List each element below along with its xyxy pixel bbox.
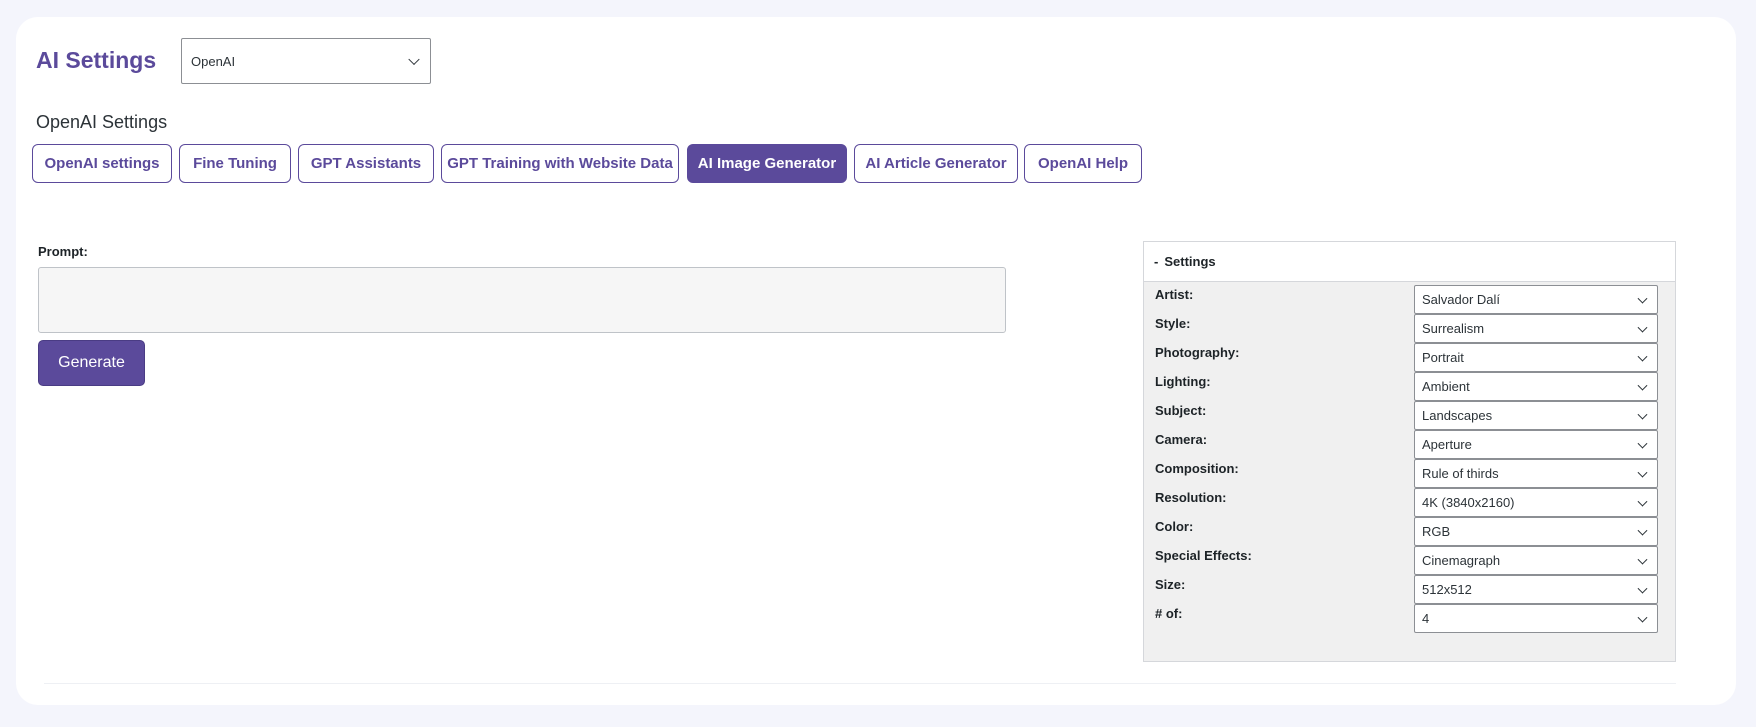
select-of[interactable]: 4 [1414, 604, 1658, 633]
collapse-toggle[interactable]: - [1154, 254, 1158, 269]
tab-ai-image-generator[interactable]: AI Image Generator [687, 144, 847, 183]
settings-row-composition: Composition: Rule of thirds [1144, 456, 1675, 488]
select-camera[interactable]: Aperture [1414, 430, 1658, 459]
chevron-down-icon [1637, 583, 1648, 594]
settings-row-special-effects: Special Effects: Cinemagraph [1144, 543, 1675, 575]
tab-openai-settings[interactable]: OpenAI settings [32, 144, 172, 183]
settings-row-color: Color: RGB [1144, 514, 1675, 546]
select-value-resolution: 4K (3840x2160) [1422, 495, 1515, 510]
settings-row-camera: Camera: Aperture [1144, 427, 1675, 459]
select-value-photography: Portrait [1422, 350, 1464, 365]
settings-row-photography: Photography: Portrait [1144, 340, 1675, 372]
settings-row-size: Size: 512x512 [1144, 572, 1675, 604]
chevron-down-icon [1637, 525, 1648, 536]
chevron-down-icon [408, 53, 420, 66]
settings-label-color: Color: [1155, 519, 1194, 534]
tab-openai-help[interactable]: OpenAI Help [1024, 144, 1142, 183]
select-size[interactable]: 512x512 [1414, 575, 1658, 604]
select-value-composition: Rule of thirds [1422, 466, 1499, 481]
settings-label-size: Size: [1155, 577, 1186, 592]
settings-header[interactable]: - Settings [1144, 242, 1675, 282]
settings-row-of: # of: 4 [1144, 601, 1675, 633]
select-value-subject: Landscapes [1422, 408, 1493, 423]
settings-title: Settings [1164, 254, 1216, 269]
settings-panel: - Settings Artist: Salvador Dalí Style: Sur… [1143, 241, 1676, 662]
select-composition[interactable]: Rule of thirds [1414, 459, 1658, 488]
settings-row-resolution: Resolution: 4K (3840x2160) [1144, 485, 1675, 517]
settings-label-resolution: Resolution: [1155, 490, 1227, 505]
section-title: OpenAI Settings [36, 112, 168, 132]
select-value-of: 4 [1422, 611, 1430, 626]
provider-select-value: OpenAI [191, 53, 236, 69]
tab-gpt-assistants[interactable]: GPT Assistants [298, 144, 434, 183]
page-title: AI Settings [36, 47, 157, 73]
settings-row-artist: Artist: Salvador Dalí [1144, 282, 1675, 314]
settings-label-subject: Subject: [1155, 403, 1207, 418]
chevron-down-icon [1637, 322, 1648, 333]
settings-label-camera: Camera: [1155, 432, 1208, 447]
settings-label-composition: Composition: [1155, 461, 1239, 476]
select-special-effects[interactable]: Cinemagraph [1414, 546, 1658, 575]
provider-select[interactable]: OpenAI [181, 38, 431, 84]
prompt-label: Prompt: [38, 244, 88, 259]
tab-gpt-training[interactable]: GPT Training with Website Data [441, 144, 679, 183]
select-color[interactable]: RGB [1414, 517, 1658, 546]
chevron-down-icon [1637, 409, 1648, 420]
settings-label-artist: Artist: [1155, 287, 1194, 302]
tab-fine-tuning[interactable]: Fine Tuning [179, 144, 291, 183]
chevron-down-icon [1637, 612, 1648, 623]
settings-label-special-effects: Special Effects: [1155, 548, 1252, 563]
chevron-down-icon [1637, 554, 1648, 565]
select-value-color: RGB [1422, 524, 1451, 539]
generate-button[interactable]: Generate [38, 340, 145, 386]
chevron-down-icon [1637, 438, 1648, 449]
select-value-size: 512x512 [1422, 582, 1472, 597]
settings-label-lighting: Lighting: [1155, 374, 1211, 389]
chevron-down-icon [1637, 351, 1648, 362]
settings-label-of: # of: [1155, 606, 1183, 621]
settings-label-photography: Photography: [1155, 345, 1240, 360]
select-value-lighting: Ambient [1422, 379, 1470, 394]
chevron-down-icon [1637, 467, 1648, 478]
chevron-down-icon [1637, 293, 1648, 304]
select-value-artist: Salvador Dalí [1422, 292, 1501, 307]
select-resolution[interactable]: 4K (3840x2160) [1414, 488, 1658, 517]
select-style[interactable]: Surrealism [1414, 314, 1658, 343]
prompt-input[interactable] [38, 267, 1006, 333]
select-artist[interactable]: Salvador Dalí [1414, 285, 1658, 314]
settings-card: AI Settings OpenAI OpenAI Settings OpenA… [16, 17, 1736, 705]
divider [44, 683, 1676, 684]
settings-row-subject: Subject: Landscapes [1144, 398, 1675, 430]
settings-row-lighting: Lighting: Ambient [1144, 369, 1675, 401]
settings-label-style: Style: [1155, 316, 1191, 331]
chevron-down-icon [1637, 380, 1648, 391]
select-photography[interactable]: Portrait [1414, 343, 1658, 372]
chevron-down-icon [1637, 496, 1648, 507]
select-value-special-effects: Cinemagraph [1422, 553, 1501, 568]
select-value-style: Surrealism [1422, 321, 1485, 336]
tab-ai-article-generator[interactable]: AI Article Generator [854, 144, 1018, 183]
select-subject[interactable]: Landscapes [1414, 401, 1658, 430]
select-value-camera: Aperture [1422, 437, 1472, 452]
select-lighting[interactable]: Ambient [1414, 372, 1658, 401]
settings-row-style: Style: Surrealism [1144, 311, 1675, 343]
